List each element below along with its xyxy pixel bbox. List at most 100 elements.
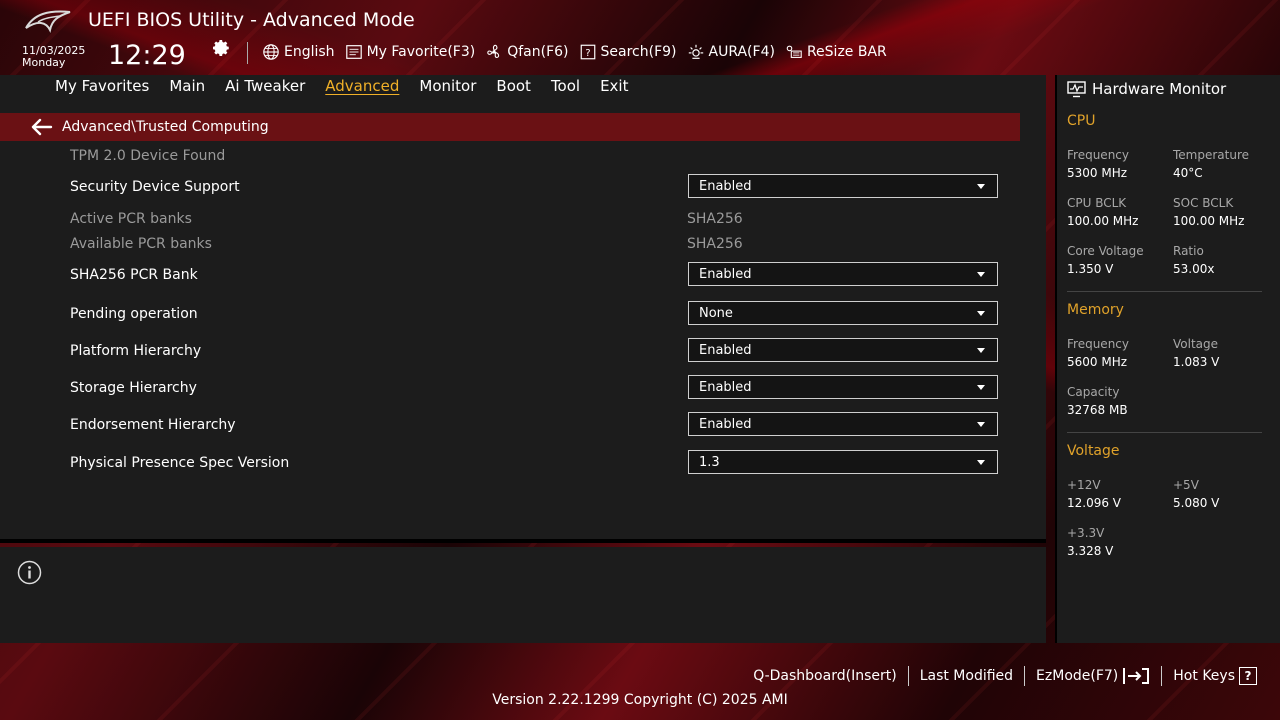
memory-capacity-stat: Capacity 32768 MB (1067, 384, 1128, 420)
security-device-support-select[interactable]: Enabled (688, 174, 998, 198)
sha256-pcr-bank-row[interactable]: SHA256 PCR Bank Enabled (70, 262, 1000, 293)
resize-bar-button[interactable]: ReSize BAR (785, 42, 887, 62)
core-voltage-value: 1.350 V (1067, 262, 1114, 276)
exit-to-ezmode-icon (1123, 668, 1150, 684)
tab-tool[interactable]: Tool (551, 77, 580, 95)
date-display: 11/03/2025 Monday (22, 45, 85, 69)
resize-bar-icon (786, 45, 802, 58)
endorsement-hierarchy-value: Enabled (699, 416, 752, 432)
last-modified-button[interactable]: Last Modified (909, 668, 1024, 684)
tab-monitor[interactable]: Monitor (419, 77, 476, 95)
nav-tabs: My Favorites Main Ai Tweaker Advanced Mo… (55, 77, 628, 95)
pending-operation-select[interactable]: None (688, 301, 998, 325)
cpu-frequency-stat: Frequency 5300 MHz (1067, 147, 1129, 183)
endorsement-hierarchy-row[interactable]: Endorsement Hierarchy Enabled (70, 412, 1000, 443)
active-pcr-banks-label: Active PCR banks (70, 211, 192, 227)
section-divider (1067, 432, 1262, 433)
sha256-pcr-bank-value: Enabled (699, 266, 752, 282)
back-arrow-icon[interactable] (31, 118, 53, 136)
fan-icon (487, 44, 500, 58)
cpu-temperature-stat: Temperature 40°C (1173, 147, 1249, 183)
core-voltage-stat: Core Voltage 1.350 V (1067, 243, 1144, 279)
soc-bclk-label: SOC BCLK (1173, 196, 1234, 210)
main-nav: My Favorites Main Ai Tweaker Advanced Mo… (0, 75, 1046, 105)
memory-capacity-value: 32768 MB (1067, 403, 1128, 417)
physical-presence-label: Physical Presence Spec Version (70, 455, 290, 471)
last-modified-label: Last Modified (919, 668, 1014, 684)
ezmode-button[interactable]: EzMode(F7) (1025, 666, 1161, 686)
sha256-pcr-bank-label: SHA256 PCR Bank (70, 267, 198, 283)
favorite-list-icon (345, 45, 362, 59)
footer-links: Q-Dashboard(Insert) Last Modified EzMode… (742, 666, 1268, 686)
ratio-label: Ratio (1173, 244, 1204, 258)
v5-stat: +5V 5.080 V (1173, 477, 1219, 513)
search-button[interactable]: ? Search(F9) (579, 42, 677, 62)
platform-hierarchy-select[interactable]: Enabled (688, 338, 998, 362)
ratio-stat: Ratio 53.00x (1173, 243, 1214, 279)
memory-voltage-stat: Voltage 1.083 V (1173, 336, 1219, 372)
caret-down-icon (977, 184, 985, 189)
my-favorite-label: My Favorite(F3) (366, 44, 476, 60)
hot-keys-button[interactable]: Hot Keys ? (1162, 667, 1268, 685)
qfan-button[interactable]: Qfan(F6) (485, 42, 569, 62)
tab-my-favorites[interactable]: My Favorites (55, 77, 149, 95)
sha256-pcr-bank-select[interactable]: Enabled (688, 262, 998, 286)
v12-label: +12V (1067, 478, 1101, 492)
hot-keys-label: Hot Keys (1173, 668, 1235, 684)
physical-presence-select[interactable]: 1.3 (688, 450, 998, 474)
platform-hierarchy-row[interactable]: Platform Hierarchy Enabled (70, 338, 1000, 369)
breadcrumb-bar: Advanced\Trusted Computing (0, 113, 1020, 141)
memory-frequency-label: Frequency (1067, 337, 1129, 351)
breadcrumb: Advanced\Trusted Computing (62, 119, 269, 135)
endorsement-hierarchy-select[interactable]: Enabled (688, 412, 998, 436)
security-device-support-row[interactable]: Security Device Support Enabled (70, 174, 1000, 205)
caret-down-icon (977, 385, 985, 390)
memory-capacity-label: Capacity (1067, 385, 1120, 399)
ratio-value: 53.00x (1173, 262, 1215, 276)
caret-down-icon (977, 272, 985, 277)
physical-presence-row[interactable]: Physical Presence Spec Version 1.3 (70, 450, 1000, 481)
tpm-status-row: TPM 2.0 Device Found (70, 148, 1000, 174)
security-device-support-label: Security Device Support (70, 179, 240, 195)
language-label: English (284, 44, 335, 60)
available-pcr-banks-label: Available PCR banks (70, 236, 212, 252)
info-icon (17, 560, 42, 585)
storage-hierarchy-select[interactable]: Enabled (688, 375, 998, 399)
pending-operation-row[interactable]: Pending operation None (70, 301, 1000, 332)
tab-ai-tweaker[interactable]: Ai Tweaker (225, 77, 305, 95)
clock[interactable]: 12:29 (108, 40, 186, 71)
help-info-panel (0, 547, 1046, 643)
tab-exit[interactable]: Exit (600, 77, 628, 95)
v12-stat: +12V 12.096 V (1067, 477, 1121, 513)
v33-stat: +3.3V 3.328 V (1067, 525, 1113, 561)
tab-boot[interactable]: Boot (496, 77, 531, 95)
gear-icon[interactable] (213, 39, 231, 57)
my-favorite-button[interactable]: My Favorite(F3) (345, 42, 476, 62)
platform-hierarchy-label: Platform Hierarchy (70, 343, 202, 359)
hardware-monitor-panel: Hardware Monitor CPU Frequency 5300 MHz … (1055, 75, 1280, 643)
tab-advanced[interactable]: Advanced (325, 77, 399, 95)
memory-voltage-label: Voltage (1173, 337, 1219, 351)
soc-bclk-stat: SOC BCLK 100.00 MHz (1173, 195, 1244, 231)
aura-button[interactable]: AURA(F4) (687, 42, 775, 62)
active-pcr-banks-row: Active PCR banks SHA256 (70, 211, 1000, 237)
storage-hierarchy-row[interactable]: Storage Hierarchy Enabled (70, 375, 1000, 406)
caret-down-icon (977, 348, 985, 353)
storage-hierarchy-value: Enabled (699, 379, 752, 395)
q-dashboard-button[interactable]: Q-Dashboard(Insert) (742, 668, 908, 684)
resize-bar-label: ReSize BAR (806, 44, 887, 60)
help-icon: ? (1239, 667, 1257, 685)
memory-frequency-value: 5600 MHz (1067, 355, 1128, 369)
tab-main[interactable]: Main (169, 77, 205, 95)
section-divider (1067, 291, 1262, 292)
caret-down-icon (977, 311, 985, 316)
cpu-bclk-stat: CPU BCLK 100.00 MHz (1067, 195, 1138, 231)
rog-logo-icon (25, 10, 71, 34)
toolbar: English My Favorite(F3) Qfan(F6) ? Searc… (262, 42, 897, 62)
active-pcr-banks-value: SHA256 (687, 211, 743, 227)
language-button[interactable]: English (262, 42, 335, 62)
cpu-frequency-value: 5300 MHz (1067, 166, 1128, 180)
hardware-monitor-header: Hardware Monitor (1067, 80, 1226, 98)
help-search-icon: ? (580, 44, 595, 60)
v5-label: +5V (1173, 478, 1199, 492)
